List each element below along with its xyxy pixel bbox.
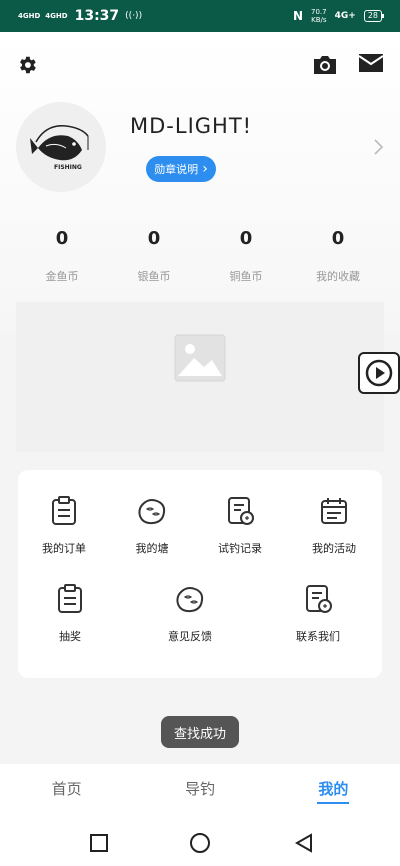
menu-label: 意见反馈 (168, 630, 212, 643)
badge-info-button[interactable]: 勋章说明 › (146, 156, 216, 182)
stat-label: 金鱼币 (45, 270, 79, 283)
nfc-icon: N (292, 9, 304, 23)
tab-label: 我的 (318, 780, 349, 798)
fish-logo-icon (30, 125, 89, 161)
recent-apps-button[interactable] (90, 834, 108, 852)
status-bar: 4GHD 4GHD 13:37 ((·)) N 70.7 KB/s 4G+ 28 (0, 0, 400, 32)
clipboard-icon (52, 496, 76, 525)
tab-label: 首页 (51, 780, 82, 798)
record-icon (306, 585, 332, 613)
menu-label: 抽奖 (59, 630, 81, 643)
badge-info-label: 勋章说明 (154, 163, 199, 176)
clock: 13:37 (74, 8, 120, 24)
speed-unit: KB/s (311, 16, 327, 24)
record-icon (228, 497, 254, 525)
system-navigation-bar (0, 814, 400, 866)
clipboard-icon (58, 584, 82, 613)
speed-value: 70.7 (311, 8, 327, 16)
back-triangle-icon[interactable] (294, 833, 314, 853)
menu-label: 我的活动 (312, 542, 356, 555)
battery-indicator: 28 (363, 10, 385, 22)
camera-icon[interactable] (312, 54, 338, 76)
pond-icon (138, 499, 166, 525)
stat-value: 0 (331, 228, 345, 249)
stat-favorites[interactable]: 0 我的收藏 (292, 228, 384, 284)
play-button[interactable] (358, 352, 400, 394)
tab-home[interactable]: 首页 (0, 764, 133, 814)
toast-message: 查找成功 (161, 716, 239, 748)
menu-label: 我的塘 (135, 542, 169, 555)
stat-value: 0 (147, 228, 161, 249)
menu-my-pond[interactable]: 我的塘 (112, 496, 192, 556)
profile-header: FISHING MD-LIGHT! 勋章说明 › 0 金鱼币 0 银鱼币 0 铜… (0, 32, 400, 332)
stat-gold-coins[interactable]: 0 金鱼币 (16, 228, 108, 284)
chevron-right-icon: › (202, 161, 208, 177)
stat-label: 银鱼币 (137, 270, 171, 283)
menu-label: 我的订单 (42, 542, 86, 555)
bottom-tab-bar: 首页 导钓 我的 (0, 764, 400, 814)
menu-my-activities[interactable]: 我的活动 (294, 496, 374, 556)
stat-value: 0 (55, 228, 69, 249)
tab-mine[interactable]: 我的 (267, 764, 400, 814)
active-tab-indicator (317, 802, 350, 804)
menu-contact-us[interactable]: 联系我们 (278, 584, 358, 644)
menu-feedback[interactable]: 意见反馈 (150, 584, 230, 644)
menu-my-orders[interactable]: 我的订单 (24, 496, 104, 556)
menu-card: 我的订单 我的塘 试钓记录 我的活动 抽奖 意见反馈 联系我们 (18, 470, 382, 678)
banner-image[interactable] (16, 302, 384, 452)
chevron-right-icon[interactable] (372, 138, 384, 156)
stat-copper-coins[interactable]: 0 铜鱼币 (200, 228, 292, 284)
stat-label: 我的收藏 (316, 270, 360, 283)
tab-guide-fishing[interactable]: 导钓 (133, 764, 266, 814)
tab-label: 导钓 (184, 780, 215, 798)
play-icon (365, 359, 393, 387)
avatar-text: FISHING (54, 164, 82, 171)
avatar[interactable]: FISHING (16, 102, 106, 192)
stat-value: 0 (239, 228, 253, 249)
stat-silver-coins[interactable]: 0 银鱼币 (108, 228, 200, 284)
signal-2: 4GHD (45, 12, 68, 20)
stat-label: 铜鱼币 (229, 270, 263, 283)
gear-icon[interactable] (16, 54, 38, 76)
network-type: 4G+ (334, 11, 356, 21)
pond-icon (176, 587, 204, 613)
network-speed: 70.7 KB/s (311, 8, 327, 24)
menu-trial-records[interactable]: 试钓记录 (200, 496, 280, 556)
username: MD-LIGHT! (130, 114, 253, 138)
menu-label: 试钓记录 (218, 542, 262, 555)
signal-1: 4GHD (18, 12, 41, 20)
home-button[interactable] (190, 833, 210, 853)
mail-icon[interactable] (358, 52, 384, 74)
calendar-icon (321, 498, 347, 524)
image-placeholder-icon (174, 334, 226, 382)
menu-label: 联系我们 (296, 630, 340, 643)
menu-lottery[interactable]: 抽奖 (30, 584, 110, 644)
hotspot-icon: ((·)) (125, 11, 143, 21)
wallet-stats: 0 金鱼币 0 银鱼币 0 铜鱼币 0 我的收藏 (16, 228, 384, 284)
